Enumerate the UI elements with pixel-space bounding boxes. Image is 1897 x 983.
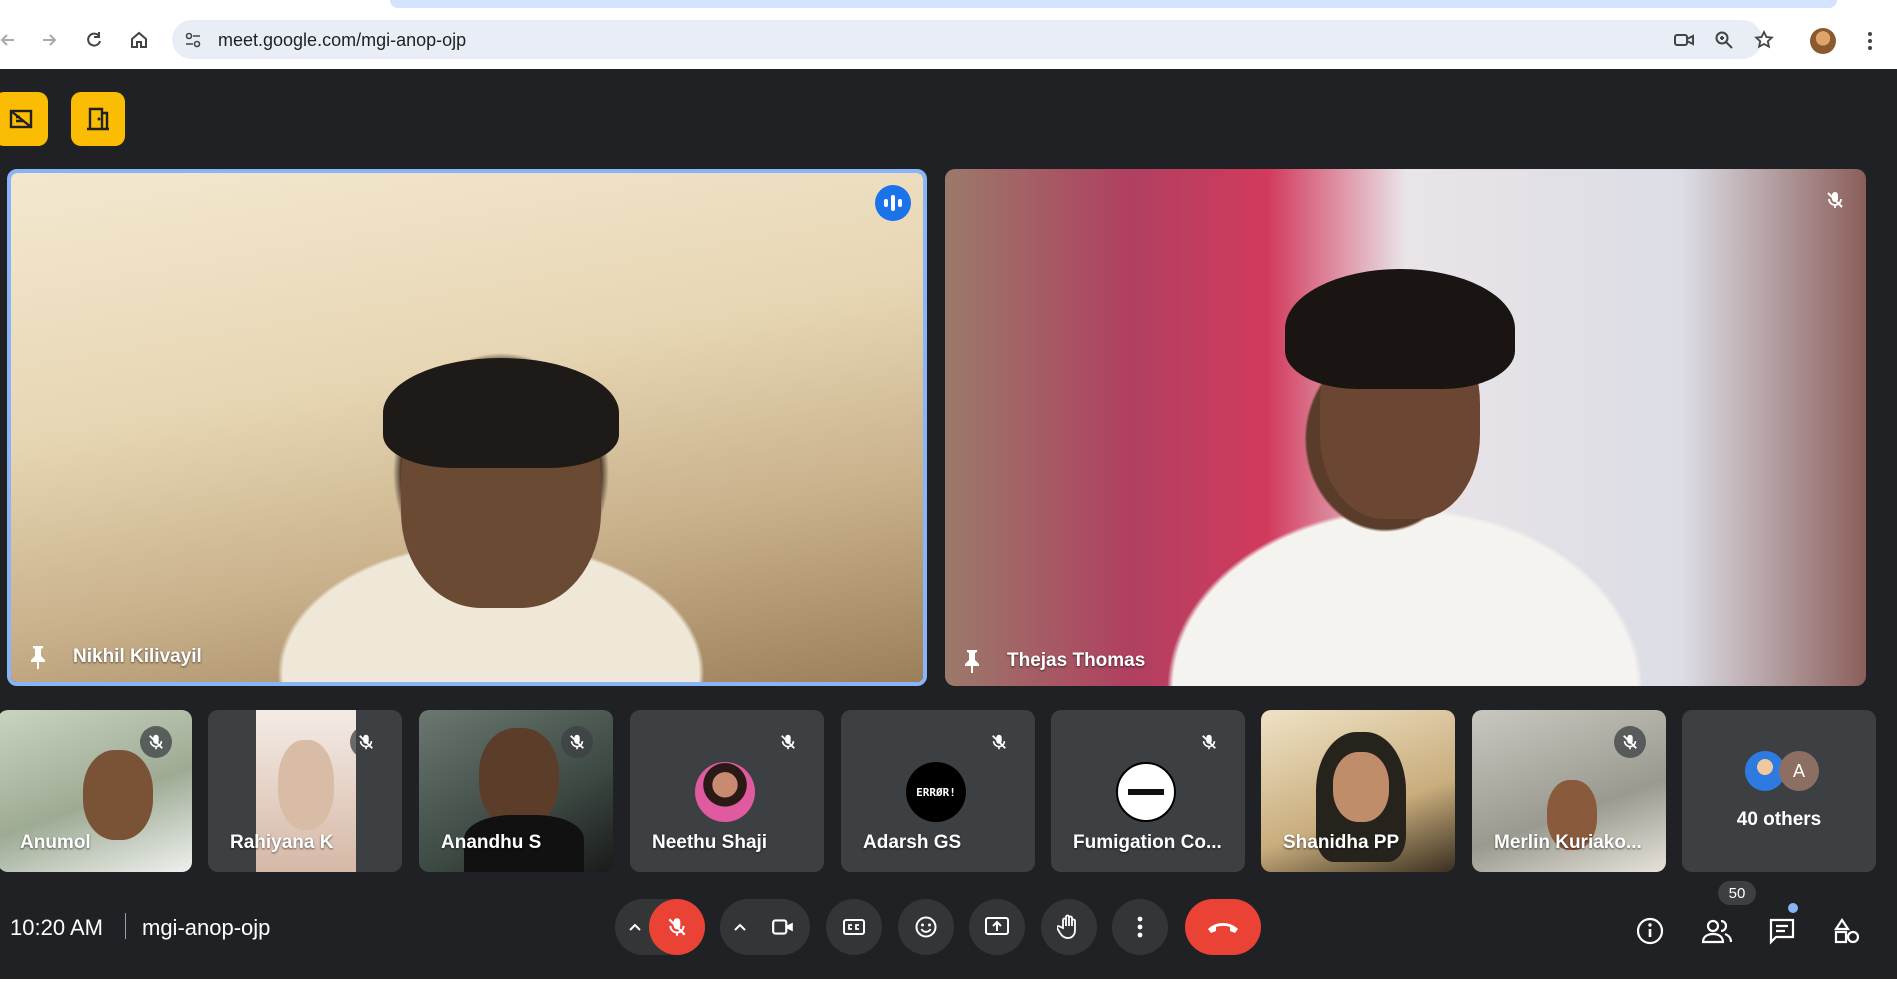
- participant-name: Neethu Shaji: [652, 832, 768, 853]
- breakout-rooms-button[interactable]: [71, 92, 125, 146]
- participant-name: Anandhu S: [441, 832, 542, 853]
- meeting-code: mgi-anop-ojp: [142, 915, 271, 940]
- participant-tile[interactable]: Fumigation Co...: [1051, 710, 1245, 872]
- participant-avatar: A: [1779, 751, 1819, 791]
- participant-avatar: [1116, 762, 1176, 822]
- host-controls-button[interactable]: [0, 92, 48, 146]
- leave-call-button[interactable]: [1185, 899, 1261, 955]
- microphone-toggle-button[interactable]: [649, 899, 705, 955]
- audio-options-chevron-icon[interactable]: [617, 899, 653, 955]
- window-bottom-edge: [0, 979, 1897, 983]
- profile-avatar[interactable]: [1810, 28, 1836, 54]
- raise-hand-button[interactable]: [1041, 899, 1097, 955]
- forward-arrow-icon[interactable]: [35, 26, 63, 54]
- browser-menu-icon[interactable]: [1860, 26, 1880, 56]
- mic-off-icon: [140, 726, 172, 758]
- others-label: 40 others: [1736, 809, 1822, 830]
- participant-video-hair: [1285, 269, 1515, 389]
- people-icon[interactable]: [1699, 913, 1735, 949]
- participant-avatar: ERRØR!: [906, 762, 966, 822]
- participant-tile[interactable]: ERRØR! Adarsh GS: [841, 710, 1035, 872]
- mic-off-icon: [561, 726, 593, 758]
- participant-video-person: [479, 728, 559, 828]
- participant-name: Rahiyana K: [230, 832, 334, 853]
- participant-name: Thejas Thomas: [1007, 650, 1146, 671]
- pin-icon[interactable]: [25, 644, 51, 670]
- participant-video-person: [83, 750, 153, 840]
- emoji-reactions-button[interactable]: [898, 899, 954, 955]
- participant-tile-main[interactable]: Thejas Thomas: [945, 169, 1866, 686]
- others-tile[interactable]: A 40 others: [1682, 710, 1876, 872]
- bookmark-star-icon[interactable]: [1752, 29, 1776, 51]
- participant-tile-main[interactable]: Nikhil Kilivayil: [7, 169, 927, 686]
- activities-icon[interactable]: [1829, 913, 1865, 949]
- captions-button[interactable]: [826, 899, 882, 955]
- mic-off-icon: [1193, 726, 1225, 758]
- participant-name: Shanidha PP: [1283, 832, 1400, 853]
- camera-toggle-button[interactable]: [755, 899, 811, 955]
- browser-toolbar: meet.google.com/mgi-anop-ojp: [0, 8, 1897, 69]
- zoom-icon[interactable]: [1712, 29, 1736, 51]
- others-avatars: A: [1745, 751, 1825, 791]
- present-screen-button[interactable]: [969, 899, 1025, 955]
- site-info-icon[interactable]: [182, 29, 204, 51]
- participant-name: Fumigation Co...: [1073, 832, 1222, 853]
- participant-name: Anumol: [20, 832, 91, 853]
- mic-off-icon: [772, 726, 804, 758]
- participant-tile[interactable]: Merlin Kuriako...: [1472, 710, 1666, 872]
- participant-tile[interactable]: Anumol: [0, 710, 192, 872]
- mic-off-icon: [350, 726, 382, 758]
- participant-avatar: [695, 762, 755, 822]
- mic-off-icon: [983, 726, 1015, 758]
- back-arrow-icon[interactable]: [0, 26, 22, 54]
- divider: [125, 913, 126, 939]
- camera-in-use-icon[interactable]: [1672, 29, 1696, 51]
- logo-mark: [1128, 789, 1164, 795]
- participant-name: Adarsh GS: [863, 832, 962, 853]
- address-bar[interactable]: meet.google.com/mgi-anop-ojp: [172, 20, 1774, 59]
- participant-tile[interactable]: Rahiyana K: [208, 710, 402, 872]
- meeting-time: 10:20 AM: [10, 915, 103, 940]
- participant-tile[interactable]: Shanidha PP: [1261, 710, 1455, 872]
- home-icon[interactable]: [125, 26, 153, 54]
- speaking-indicator-icon: [875, 185, 911, 221]
- mic-off-icon: [1818, 183, 1852, 217]
- participant-tile[interactable]: Neethu Shaji: [630, 710, 824, 872]
- participant-video-face: [1333, 752, 1389, 822]
- chat-icon[interactable]: [1764, 913, 1800, 949]
- active-tab[interactable]: [390, 0, 1837, 8]
- participant-video-person: [278, 740, 334, 830]
- more-options-button[interactable]: [1112, 899, 1168, 955]
- mic-off-icon: [1614, 726, 1646, 758]
- participant-count-badge: 50: [1718, 881, 1756, 905]
- meeting-details-icon[interactable]: [1632, 913, 1668, 949]
- pin-icon[interactable]: [959, 648, 985, 674]
- url-text[interactable]: meet.google.com/mgi-anop-ojp: [218, 30, 466, 51]
- participant-tile[interactable]: Anandhu S: [419, 710, 613, 872]
- video-options-chevron-icon[interactable]: [722, 899, 758, 955]
- unread-indicator: [1788, 903, 1798, 913]
- reload-icon[interactable]: [80, 26, 108, 54]
- participant-video-hair: [383, 358, 619, 468]
- participant-name: Nikhil Kilivayil: [73, 646, 202, 667]
- avatar-text: ERRØR!: [916, 785, 956, 799]
- tab-strip: [0, 0, 1897, 8]
- meet-stage: Nikhil Kilivayil Thejas Thomas Anumol Ra…: [0, 69, 1897, 983]
- participant-name: Merlin Kuriako...: [1494, 832, 1642, 853]
